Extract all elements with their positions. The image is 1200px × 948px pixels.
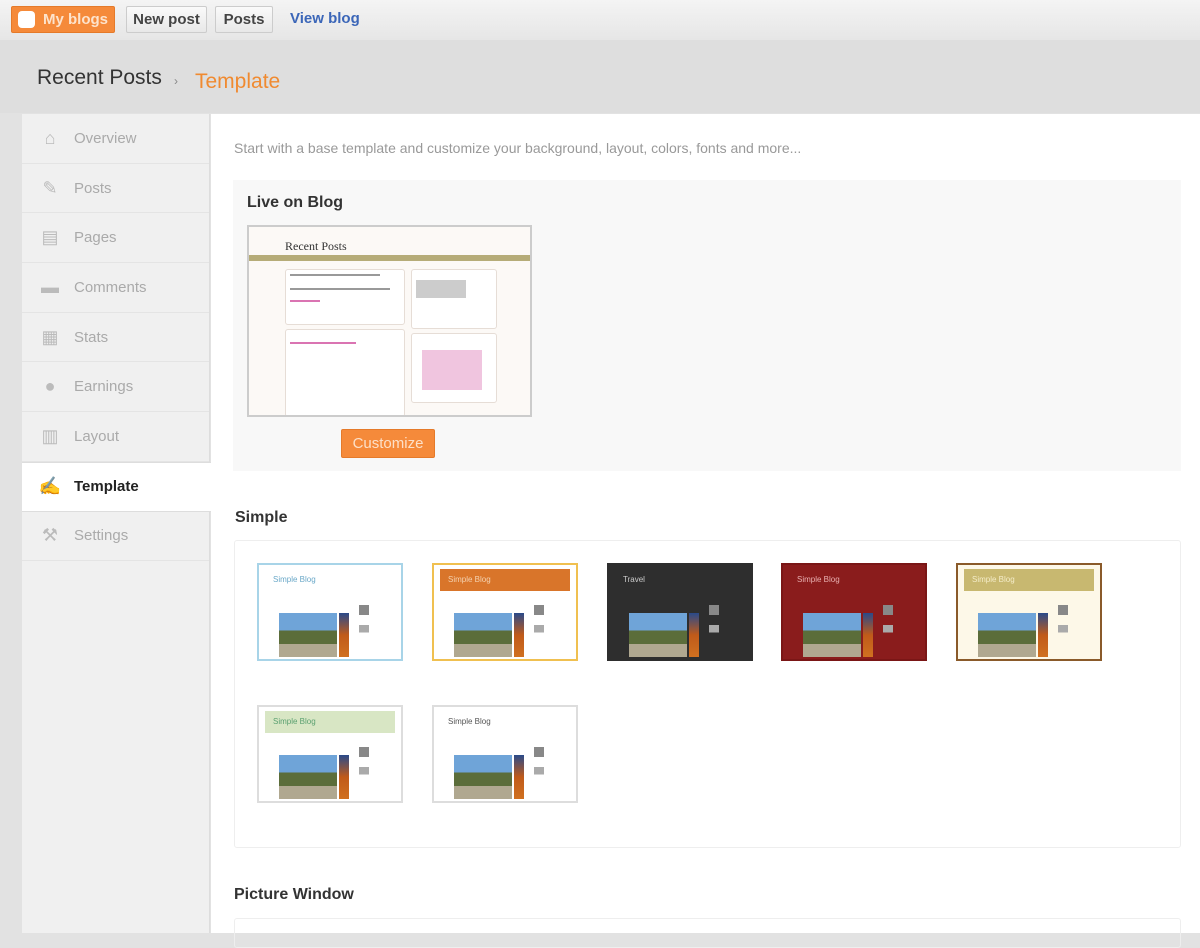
preview-post (285, 269, 405, 325)
thumbnail-sidebar (359, 747, 369, 797)
pencil-icon: ✎ (42, 177, 58, 198)
picture-window-section (234, 918, 1181, 948)
intro-text: Start with a base template and customize… (234, 140, 802, 156)
template-thumbnail[interactable]: Simple Blog (257, 705, 403, 803)
nav-label: Earnings (74, 378, 134, 396)
thumbnail-sidebar (359, 605, 369, 655)
breadcrumb: Recent Posts › Template (0, 40, 1200, 113)
thumbnail-header: Travel (615, 569, 745, 591)
live-template-preview[interactable]: Recent Posts (247, 225, 532, 417)
live-on-blog-section: Live on Blog Recent Posts Customize (233, 180, 1181, 471)
wrench-icon: ⚒ (41, 525, 59, 546)
stats-icon: ▦ (41, 326, 59, 347)
breadcrumb-blog[interactable]: Recent Posts (37, 66, 162, 90)
thumbnail-photo-strip (1038, 613, 1048, 657)
template-thumbnail[interactable]: Simple Blog (257, 563, 403, 661)
nav-label: Posts (74, 179, 112, 197)
thumbnail-photo (279, 613, 337, 657)
paintbrush-icon: ✍ (38, 476, 62, 497)
simple-templates-section: Simple Blog Simple Blog Travel Simple Blog S… (234, 540, 1181, 848)
thumbnail-header: Simple Blog (265, 711, 395, 733)
nav-label: Overview (74, 129, 137, 147)
nav-label: Layout (74, 427, 120, 445)
posts-button[interactable]: Posts (215, 6, 273, 33)
my-blogs-button[interactable]: My blogs (11, 6, 115, 33)
simple-heading: Simple (235, 509, 288, 526)
thumbnail-photo (279, 755, 337, 799)
my-blogs-label: My blogs (42, 11, 108, 28)
nav-label: Stats (74, 328, 109, 346)
page-title: Template (195, 70, 281, 93)
thumbnail-sidebar (709, 605, 719, 655)
thumbnail-header: Simple Blog (265, 569, 395, 591)
pages-icon: ▤ (41, 227, 59, 248)
preview-widget (411, 333, 497, 403)
blogger-icon (17, 11, 35, 28)
thumbnail-photo-strip (514, 613, 524, 657)
sidebar: ⌂ Overview ✎ Posts ▤ Pages ▬ Comments ▦ Stats… (22, 114, 212, 933)
sidebar-item-comments[interactable]: ▬ Comments (22, 263, 209, 313)
thumbnail-photo-strip (689, 613, 699, 657)
breadcrumb-separator: › (174, 74, 178, 88)
thumbnail-sidebar (883, 605, 893, 655)
thumbnail-header: Simple Blog (964, 569, 1094, 591)
thumbnail-photo-strip (514, 755, 524, 799)
earnings-icon: ● (44, 376, 56, 397)
template-thumbnail[interactable]: Simple Blog (432, 563, 578, 661)
template-thumbnail[interactable]: Simple Blog (781, 563, 927, 661)
nav-label: Template (74, 478, 139, 496)
sidebar-item-overview[interactable]: ⌂ Overview (22, 114, 209, 164)
nav-label: Pages (74, 229, 117, 247)
thumbnail-photo-strip (863, 613, 873, 657)
preview-widget (411, 269, 497, 329)
template-thumbnail[interactable]: Travel (607, 563, 753, 661)
thumbnail-photo (978, 613, 1036, 657)
sidebar-item-layout[interactable]: ▥ Layout (22, 412, 209, 462)
thumbnail-photo (629, 613, 687, 657)
template-thumbnail[interactable]: Simple Blog (432, 705, 578, 803)
new-post-button[interactable]: New post (126, 6, 207, 33)
preview-title: Recent Posts (285, 239, 347, 253)
thumbnail-header: Simple Blog (440, 711, 570, 733)
comment-icon: ▬ (41, 276, 59, 297)
thumbnail-sidebar (534, 747, 544, 797)
thumbnail-photo-strip (339, 613, 349, 657)
live-heading: Live on Blog (247, 194, 343, 211)
preview-post (285, 329, 405, 415)
sidebar-item-pages[interactable]: ▤ Pages (22, 213, 209, 264)
thumbnail-header: Simple Blog (440, 569, 570, 591)
sidebar-item-settings[interactable]: ⚒ Settings (22, 512, 209, 562)
sidebar-item-posts[interactable]: ✎ Posts (22, 164, 209, 214)
top-bar: My blogs New post Posts View blog (0, 0, 1200, 40)
picture-window-heading: Picture Window (234, 886, 354, 903)
thumbnail-photo (803, 613, 861, 657)
template-thumbnail[interactable]: Simple Blog (956, 563, 1102, 661)
thumbnail-photo (454, 613, 512, 657)
nav-label: Settings (74, 527, 129, 545)
main-content: Start with a base template and customize… (211, 114, 1200, 948)
nav-label: Comments (74, 278, 147, 296)
preview-nav-bar (249, 255, 530, 261)
sidebar-item-stats[interactable]: ▦ Stats (22, 313, 209, 363)
view-blog-link[interactable]: View blog (290, 10, 360, 27)
thumbnail-photo (454, 755, 512, 799)
thumbnail-photo-strip (339, 755, 349, 799)
thumbnail-sidebar (534, 605, 544, 655)
thumbnail-sidebar (1058, 605, 1068, 655)
home-icon: ⌂ (44, 127, 56, 148)
thumbnail-header: Simple Blog (789, 569, 919, 591)
layout-icon: ▥ (41, 425, 59, 446)
sidebar-item-earnings[interactable]: ● Earnings (22, 362, 209, 413)
customize-button[interactable]: Customize (341, 429, 435, 458)
sidebar-item-template[interactable]: ✍ Template (22, 461, 212, 512)
